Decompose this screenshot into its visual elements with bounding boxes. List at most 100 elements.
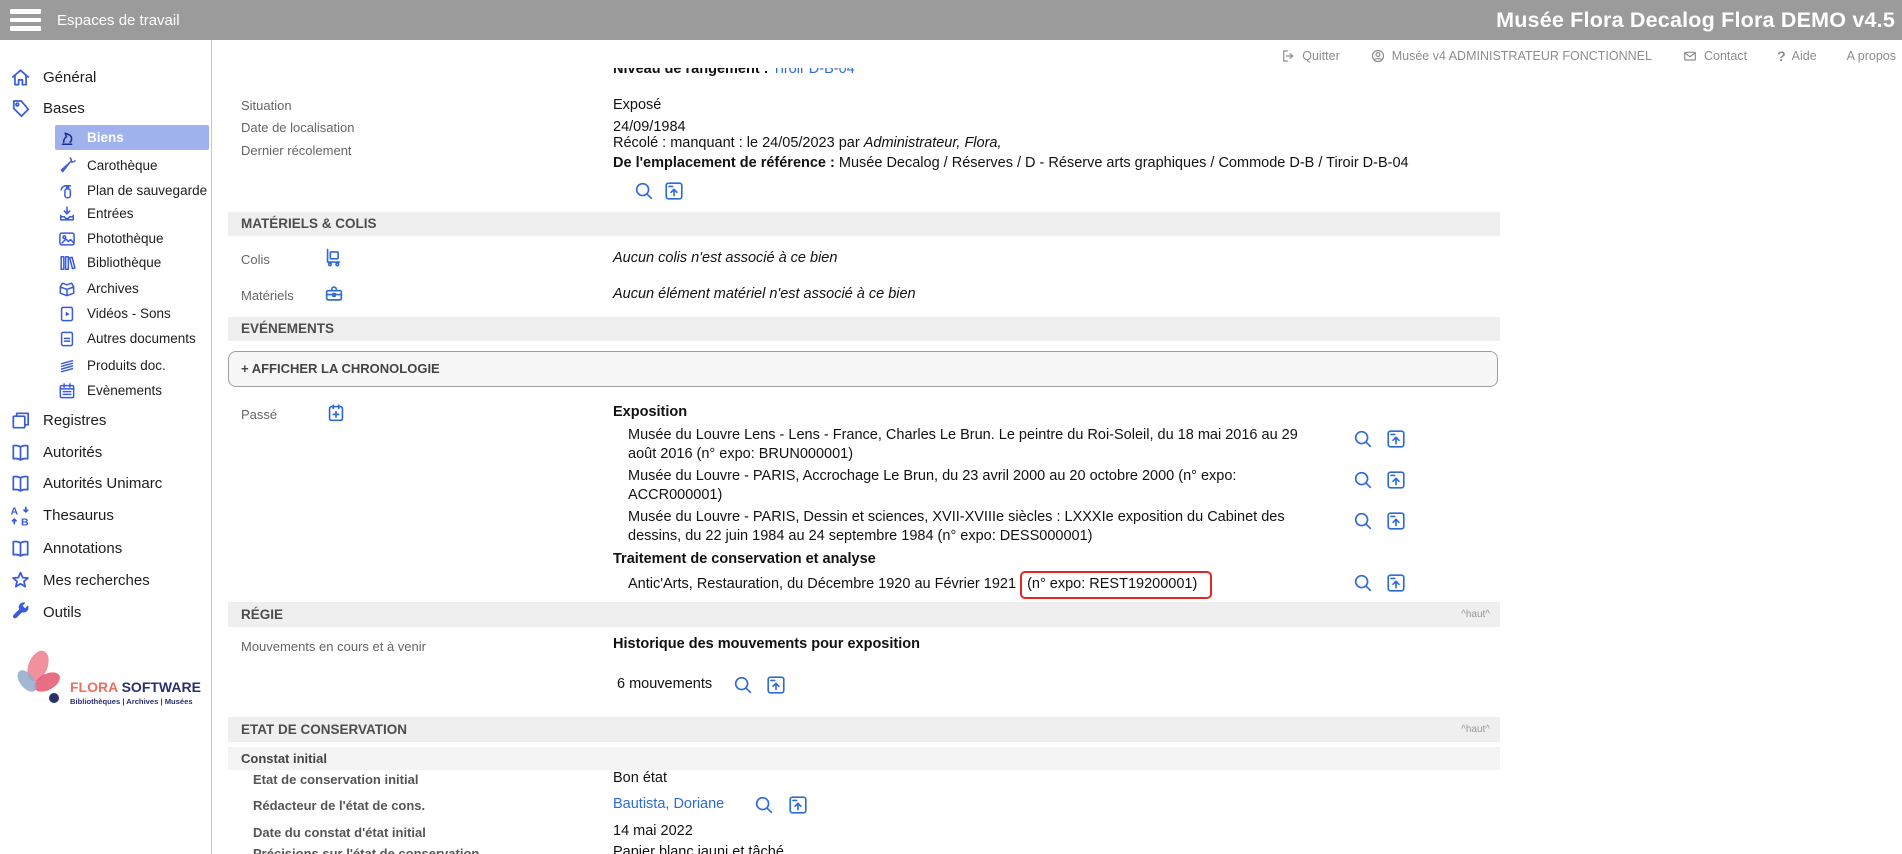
exposition-item: Musée du Louvre Lens - Lens - France, Ch… (628, 426, 1328, 463)
precisions-label: Précisions sur l'état de conservation (253, 846, 479, 854)
search-icon[interactable] (1352, 469, 1374, 491)
workspace-label: Espaces de travail (57, 12, 180, 29)
search-icon[interactable] (1352, 428, 1374, 450)
main-content: Quitter Musée v4 ADMINISTRATEUR FONCTION… (213, 40, 1902, 854)
sheets-icon (57, 356, 77, 376)
help-link[interactable]: ?Aide (1777, 48, 1817, 64)
svg-text:FLORA SOFTWARE: FLORA SOFTWARE (70, 679, 201, 695)
toolbox-icon (323, 282, 345, 304)
exposition-item: Musée du Louvre - PARIS, Accrochage Le B… (628, 467, 1328, 504)
situation-label: Situation (241, 98, 292, 113)
search-icon[interactable] (1352, 510, 1374, 532)
star-icon (9, 569, 32, 592)
localisation-label: Date de localisation (241, 120, 354, 135)
extinguisher-icon (57, 181, 77, 201)
open-record-icon[interactable] (765, 674, 787, 696)
open-record-icon[interactable] (663, 180, 685, 202)
section-materiels-colis: MATÉRIELS & COLIS (228, 212, 1500, 236)
carrot-icon (57, 156, 77, 176)
user-menu[interactable]: Musée v4 ADMINISTRATEUR FONCTIONNEL (1370, 48, 1652, 64)
recolement-value: Récolé : manquant : le 24/05/2023 par Ad… (613, 135, 1002, 151)
flora-petals-icon (14, 648, 63, 696)
open-record-icon[interactable] (1385, 510, 1407, 532)
open-book-icon (9, 537, 32, 560)
question-mark-icon: ? (1777, 48, 1786, 64)
open-record-icon[interactable] (1385, 469, 1407, 491)
calendar-plus-icon[interactable] (325, 402, 347, 424)
quit-button[interactable]: Quitter (1280, 48, 1340, 64)
home-icon (9, 66, 32, 89)
sidebar-item-plan-sauvegarde[interactable]: Plan de sauvegarde (55, 178, 209, 203)
rangement-link[interactable]: Tiroir D-B-04 (772, 68, 854, 77)
sidebar-item-annotations[interactable]: Annotations (9, 535, 122, 561)
exposition-title: Exposition (613, 404, 687, 420)
sidebar-item-general[interactable]: Général (9, 64, 96, 90)
sidebar-item-entrees[interactable]: Entrées (55, 201, 209, 226)
exposition-item: Musée du Louvre - PARIS, Dessin et scien… (628, 508, 1328, 545)
inbox-down-icon (57, 204, 77, 224)
video-file-icon (57, 304, 77, 324)
section-regie: RÉGIE^haut^ (228, 602, 1500, 627)
logout-icon (1280, 48, 1296, 64)
sidebar-item-phototheque[interactable]: Photothèque (55, 226, 209, 251)
section-evenements: EVÉNEMENTS (228, 317, 1500, 341)
image-icon (57, 229, 77, 249)
traitement-title: Traitement de conservation et analyse (613, 551, 876, 567)
user-icon (1370, 48, 1386, 64)
sidebar-item-bases[interactable]: Bases (9, 95, 85, 121)
etat-initial-value: Bon état (613, 770, 667, 786)
sidebar-item-autres-documents[interactable]: Autres documents (55, 326, 209, 351)
mouvements-label: Mouvements en cours et à venir (241, 639, 426, 654)
open-record-icon[interactable] (1385, 428, 1407, 450)
sidebar-item-mes-recherches[interactable]: Mes recherches (9, 567, 150, 593)
situation-value: Exposé (613, 97, 661, 113)
back-to-top-link[interactable]: ^haut^ (1461, 610, 1490, 620)
sidebar-item-carotheque[interactable]: Carothèque (55, 153, 209, 178)
mouvements-count: 6 mouvements (617, 676, 712, 692)
sidebar-item-videos-sons[interactable]: Vidéos - Sons (55, 301, 209, 326)
historique-title: Historique des mouvements pour expositio… (613, 636, 920, 652)
precisions-value: Papier blanc jauni et tâché (613, 844, 784, 854)
sidebar-item-outils[interactable]: Outils (9, 599, 81, 625)
back-to-top-link[interactable]: ^haut^ (1461, 725, 1490, 735)
sidebar: Général Bases Biens Carothèque Plan de s… (0, 40, 212, 854)
sidebar-item-thesaurus[interactable]: Thesaurus (9, 502, 114, 528)
sidebar-item-evenements[interactable]: Evènements (55, 378, 209, 403)
search-icon[interactable] (633, 180, 655, 202)
materiels-empty-value: Aucun élément matériel n'est associé à c… (613, 286, 916, 302)
open-book-icon (9, 441, 32, 464)
date-constat-label: Date du constat d'état initial (253, 825, 426, 840)
section-etat-conservation: ETAT DE CONSERVATION^haut^ (228, 717, 1500, 742)
sidebar-item-registres[interactable]: Registres (9, 407, 106, 433)
hamburger-menu-icon[interactable] (10, 9, 41, 32)
sidebar-item-archives[interactable]: Archives (55, 276, 209, 301)
sidebar-item-autorites-unimarc[interactable]: Autorités Unimarc (9, 470, 162, 496)
toggle-chronologie-button[interactable]: + AFFICHER LA CHRONOLOGIE (228, 351, 1498, 387)
clipped-rangement-line: Niveau de rangement : Tiroir D-B-04 (613, 68, 1373, 86)
annotation-red-box: (n° expo: REST19200001) (1020, 571, 1212, 599)
redacteur-link[interactable]: Bautista, Doriane (613, 796, 724, 812)
colis-empty-value: Aucun colis n'est associé à ce bien (613, 250, 837, 266)
tag-icon (9, 97, 32, 120)
trolley-icon (323, 246, 345, 268)
sidebar-item-produits-doc[interactable]: Produits doc. (55, 353, 209, 378)
flora-app: Espaces de travail Musée Flora Decalog F… (0, 0, 1902, 854)
date-constat-value: 14 mai 2022 (613, 823, 693, 839)
search-icon[interactable] (753, 794, 775, 816)
flora-software-logo: FLORA SOFTWARE Bibliothèques | Archives … (2, 642, 208, 714)
utility-bar: Quitter Musée v4 ADMINISTRATEUR FONCTION… (1280, 48, 1896, 64)
top-bar: Espaces de travail Musée Flora Decalog F… (0, 0, 1902, 40)
app-title: Musée Flora Decalog Flora DEMO v4.5 (1496, 8, 1895, 33)
open-record-icon[interactable] (1385, 572, 1407, 594)
search-icon[interactable] (1352, 572, 1374, 594)
passe-label: Passé (241, 407, 277, 422)
sidebar-item-biens[interactable]: Biens (55, 125, 209, 150)
about-link[interactable]: A propos (1847, 49, 1896, 63)
search-icon[interactable] (732, 674, 754, 696)
svg-text:Bibliothèques | Archives | Mus: Bibliothèques | Archives | Musées (70, 697, 193, 706)
colis-label: Colis (241, 252, 270, 267)
sidebar-item-autorites[interactable]: Autorités (9, 439, 102, 465)
sidebar-item-bibliotheque[interactable]: Bibliothèque (55, 250, 209, 275)
open-record-icon[interactable] (787, 794, 809, 816)
contact-link[interactable]: Contact (1682, 48, 1747, 64)
